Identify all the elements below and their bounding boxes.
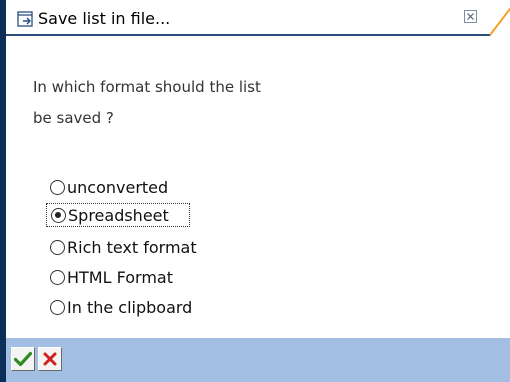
cancel-x-icon: [43, 352, 57, 366]
radio-option-rich-text[interactable]: Rich text format: [46, 235, 197, 259]
radio-label: Spreadsheet: [68, 205, 169, 225]
radio-label: Rich text format: [67, 237, 197, 257]
radio-option-clipboard[interactable]: In the clipboard: [46, 295, 192, 319]
question-line-2: be saved ?: [33, 109, 114, 127]
radio-button[interactable]: [50, 269, 65, 285]
radio-button[interactable]: [50, 299, 65, 315]
radio-label: HTML Format: [67, 267, 173, 287]
radio-option-html[interactable]: HTML Format: [46, 265, 173, 289]
continue-button[interactable]: [11, 347, 35, 371]
radio-button[interactable]: [50, 179, 65, 195]
dialog-footer-toolbar: [6, 338, 510, 382]
radio-option-unconverted[interactable]: unconverted: [46, 175, 168, 199]
dialog-titlebar: Save list in file...: [6, 0, 510, 36]
radio-label: In the clipboard: [67, 297, 193, 317]
question-line-1: In which format should the list: [33, 78, 261, 96]
radio-option-spreadsheet[interactable]: Spreadsheet: [46, 203, 190, 227]
dialog-body: In which format should the list be saved…: [6, 36, 510, 338]
radio-button-selected[interactable]: [51, 207, 66, 223]
save-to-file-icon: [17, 11, 33, 27]
dialog-title: Save list in file...: [38, 9, 171, 28]
close-icon[interactable]: [464, 10, 477, 23]
radio-label: unconverted: [67, 177, 169, 197]
cancel-button[interactable]: [38, 347, 62, 371]
titlebar-accent: [489, 7, 510, 36]
format-question: In which format should the list be saved…: [33, 72, 333, 134]
checkmark-icon: [14, 351, 32, 367]
radio-button[interactable]: [50, 239, 65, 255]
